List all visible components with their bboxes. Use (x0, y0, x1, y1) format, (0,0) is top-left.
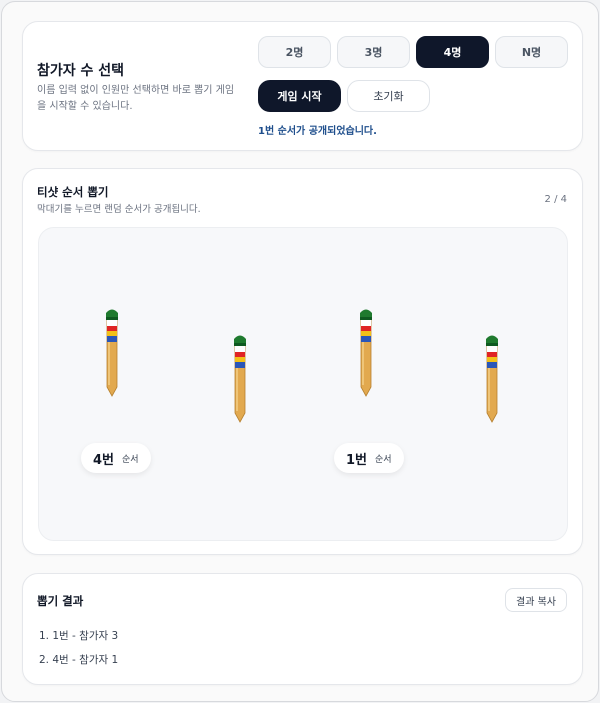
app-frame: 참가자 수 선택 이름 입력 없이 인원만 선택하면 바로 뽑기 게임 을 시작… (1, 1, 599, 702)
tee-stick-4[interactable] (485, 333, 499, 423)
participant-setup-card: 참가자 수 선택 이름 입력 없이 인원만 선택하면 바로 뽑기 게임 을 시작… (22, 21, 583, 151)
result-item: 1. 1번 - 참가자 3 (39, 630, 119, 642)
reset-button[interactable]: 초기화 (347, 80, 430, 112)
tee-stick-3[interactable] (359, 307, 373, 397)
draw-stage: 4번 순서 1번 순서 (38, 227, 568, 541)
order-badge-label: 순서 (122, 454, 139, 465)
copy-result-button[interactable]: 결과 복사 (505, 588, 567, 612)
order-badge-label: 순서 (375, 454, 392, 465)
status-message: 1번 순서가 공개되었습니다. (258, 126, 377, 137)
result-item: 2. 4번 - 참가자 1 (39, 654, 119, 666)
draw-result-card: 뽑기 결과 결과 복사 1. 1번 - 참가자 3 2. 4번 - 참가자 1 (22, 573, 583, 685)
option-2-button[interactable]: 2명 (258, 36, 331, 68)
order-badge-number: 4번 (93, 452, 115, 468)
draw-description: 막대기를 누르면 랜덤 순서가 공개됩니다. (37, 204, 201, 215)
setup-description-line1: 이름 입력 없이 인원만 선택하면 바로 뽑기 게임 (37, 85, 235, 96)
order-badge-number: 1번 (346, 452, 368, 468)
result-list: 1. 1번 - 참가자 3 2. 4번 - 참가자 1 (39, 626, 118, 674)
order-badge-stick-1: 4번 순서 (81, 443, 151, 473)
option-4-button[interactable]: 4명 (416, 36, 489, 68)
tee-order-draw-card: 티샷 순서 뽑기 막대기를 누르면 랜덤 순서가 공개됩니다. 2 / 4 4번… (22, 168, 583, 555)
reveal-counter: 2 / 4 (544, 194, 567, 205)
tee-stick-1[interactable] (105, 307, 119, 397)
result-title: 뽑기 결과 (37, 594, 84, 608)
setup-title: 참가자 수 선택 (37, 63, 125, 79)
tee-stick-2[interactable] (233, 333, 247, 423)
option-n-button[interactable]: N명 (495, 36, 568, 68)
draw-title: 티샷 순서 뽑기 (37, 185, 109, 199)
setup-description-line2: 을 시작할 수 있습니다. (37, 101, 133, 112)
start-game-button[interactable]: 게임 시작 (258, 80, 341, 112)
option-3-button[interactable]: 3명 (337, 36, 410, 68)
order-badge-stick-3: 1번 순서 (334, 443, 404, 473)
